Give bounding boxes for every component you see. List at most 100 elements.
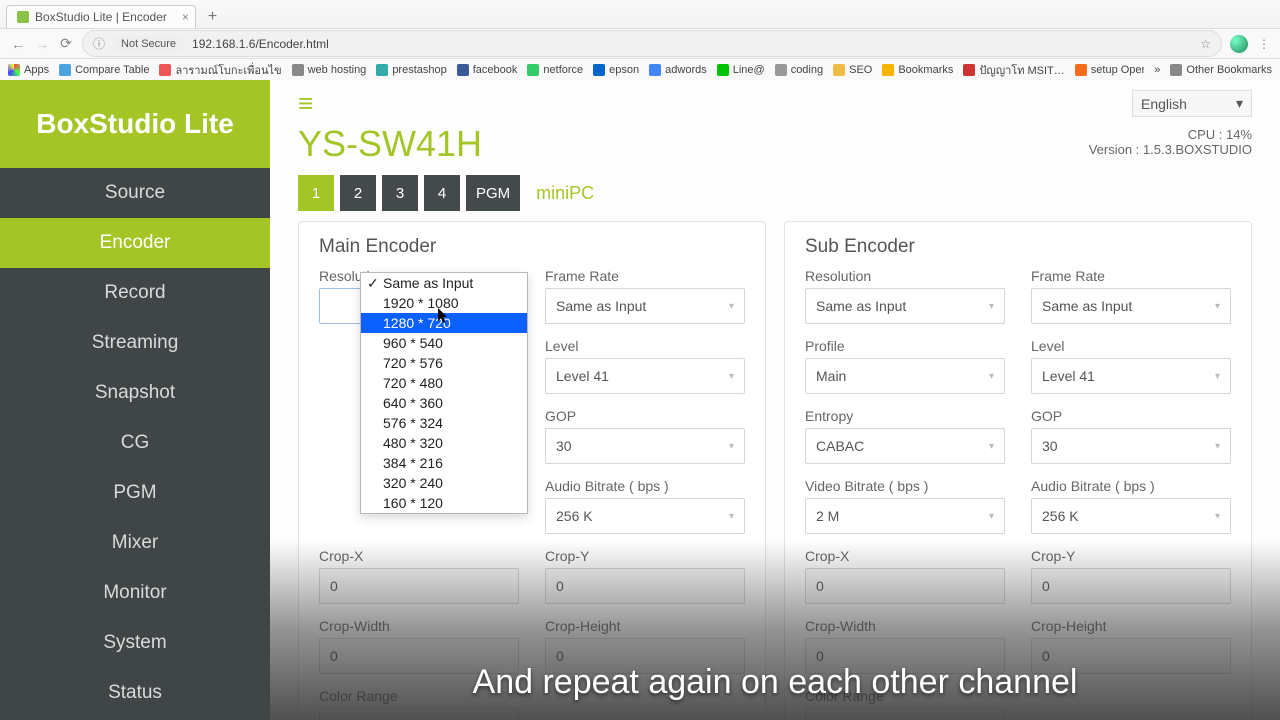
other-bookmarks[interactable]: Other Bookmarks — [1170, 64, 1272, 76]
address-bar[interactable]: ⓘ Not Secure 192.168.1.6/Encoder.html ☆ — [82, 30, 1222, 57]
sidebar-item-mixer[interactable]: Mixer — [0, 518, 270, 568]
resolution-option[interactable]: 384 * 216 — [361, 453, 527, 473]
bookmark-label: epson — [609, 64, 639, 76]
resolution-option[interactable]: 160 * 120 — [361, 493, 527, 513]
bookmark-label: SEO — [849, 64, 872, 76]
main-content: ≡ English ▾ YS-SW41H CPU : 14% Version :… — [270, 80, 1280, 720]
bookmark-favicon — [649, 64, 661, 76]
language-select[interactable]: English ▾ — [1132, 90, 1252, 117]
bookmark-favicon — [292, 64, 304, 76]
sidebar-item-monitor[interactable]: Monitor — [0, 568, 270, 618]
sidebar-item-snapshot[interactable]: Snapshot — [0, 368, 270, 418]
channel-button-pgm[interactable]: PGM — [466, 175, 520, 211]
bookmark-item[interactable]: Line@ — [717, 61, 765, 79]
gop-select[interactable]: 30▾ — [545, 428, 745, 464]
channel-button-2[interactable]: 2 — [340, 175, 376, 211]
sub-crop-y-label: Crop-Y — [1031, 548, 1231, 564]
forward-icon[interactable]: → — [34, 36, 50, 52]
bookmark-favicon — [376, 64, 388, 76]
sidebar-item-source[interactable]: Source — [0, 168, 270, 218]
bookmark-item[interactable]: coding — [775, 61, 823, 79]
not-secure-badge[interactable]: Not Secure — [113, 36, 184, 52]
bookmark-item[interactable]: ปัญญาโท MSIT… — [963, 61, 1064, 79]
browser-tab[interactable]: BoxStudio Lite | Encoder × — [6, 5, 196, 28]
bookmark-item[interactable]: netforce — [527, 61, 583, 79]
bookmark-item[interactable]: prestashop — [376, 61, 446, 79]
apps-button[interactable]: Apps — [8, 64, 49, 76]
crop-x-input[interactable]: 0 — [319, 568, 519, 604]
sub-crop-y-input[interactable]: 0 — [1031, 568, 1231, 604]
back-icon[interactable]: ← — [10, 36, 26, 52]
new-tab-button[interactable]: + — [202, 6, 223, 28]
bookmark-label: prestashop — [392, 64, 446, 76]
sub-color-range-select[interactable]: Full Color▾ — [805, 708, 1005, 720]
chevron-down-icon: ▾ — [989, 371, 994, 382]
bookmark-item[interactable]: ลารามณ์โบกะเพื่อนไข — [159, 61, 281, 79]
reload-icon[interactable]: ⟳ — [58, 36, 74, 52]
sidebar-item-status[interactable]: Status — [0, 668, 270, 718]
bookmark-item[interactable]: Bookmarks — [882, 61, 953, 79]
bookmark-label: ลารามณ์โบกะเพื่อนไข — [175, 61, 281, 79]
menu-icon[interactable]: ⋮ — [1258, 37, 1270, 51]
bookmark-item[interactable]: facebook — [457, 61, 518, 79]
sub-entropy-select[interactable]: CABAC▾ — [805, 428, 1005, 464]
sub-level-select[interactable]: Level 41▾ — [1031, 358, 1231, 394]
hamburger-icon[interactable]: ≡ — [298, 88, 313, 119]
bookmark-item[interactable]: adwords — [649, 61, 707, 79]
sub-crop-x-input[interactable]: 0 — [805, 568, 1005, 604]
sidebar-item-streaming[interactable]: Streaming — [0, 318, 270, 368]
sub-crop-width-label: Crop-Width — [805, 618, 1005, 634]
crop-y-input[interactable]: 0 — [545, 568, 745, 604]
sub-resolution-select[interactable]: Same as Input▾ — [805, 288, 1005, 324]
sidebar-item-cg[interactable]: CG — [0, 418, 270, 468]
level-select[interactable]: Level 41▾ — [545, 358, 745, 394]
sub-audio-bitrate-select[interactable]: 256 K▾ — [1031, 498, 1231, 534]
bookmark-label: Line@ — [733, 64, 765, 76]
chevron-down-icon: ▾ — [729, 371, 734, 382]
resolution-option[interactable]: 320 * 240 — [361, 473, 527, 493]
bookmark-item[interactable]: setup OpenVPN of… — [1075, 61, 1145, 79]
frame-rate-label: Frame Rate — [545, 268, 745, 284]
resolution-option[interactable]: 720 * 480 — [361, 373, 527, 393]
star-icon[interactable]: ☆ — [1200, 37, 1211, 51]
bookmark-favicon — [833, 64, 845, 76]
bookmark-favicon — [527, 64, 539, 76]
sub-level-label: Level — [1031, 338, 1231, 354]
version-text: Version : 1.5.3.BOXSTUDIO — [1089, 142, 1252, 157]
channel-button-3[interactable]: 3 — [382, 175, 418, 211]
resolution-option[interactable]: Same as Input — [361, 273, 527, 293]
device-title: YS-SW41H — [298, 123, 482, 165]
sub-video-bitrate-select[interactable]: 2 M▾ — [805, 498, 1005, 534]
brand-logo: BoxStudio Lite — [0, 80, 270, 168]
audio-bitrate-label: Audio Bitrate ( bps ) — [545, 478, 745, 494]
tab-close-icon[interactable]: × — [182, 10, 189, 24]
resolution-option[interactable]: 960 * 540 — [361, 333, 527, 353]
channel-button-1[interactable]: 1 — [298, 175, 334, 211]
profile-avatar[interactable] — [1230, 35, 1248, 53]
bookmark-favicon — [717, 64, 729, 76]
sidebar-item-encoder[interactable]: Encoder — [0, 218, 270, 268]
bookmarks-overflow[interactable]: » — [1154, 64, 1160, 76]
sidebar-item-record[interactable]: Record — [0, 268, 270, 318]
sub-frame-rate-select[interactable]: Same as Input▾ — [1031, 288, 1231, 324]
bookmark-label: setup OpenVPN of… — [1091, 64, 1145, 76]
audio-bitrate-select[interactable]: 256 K▾ — [545, 498, 745, 534]
bookmark-label: netforce — [543, 64, 583, 76]
resolution-option[interactable]: 720 * 576 — [361, 353, 527, 373]
sidebar-item-system[interactable]: System — [0, 618, 270, 668]
color-range-select[interactable]: Full Color▾ — [319, 708, 519, 720]
sub-gop-select[interactable]: 30▾ — [1031, 428, 1231, 464]
resolution-option[interactable]: 480 * 320 — [361, 433, 527, 453]
sidebar-item-pgm[interactable]: PGM — [0, 468, 270, 518]
bookmark-item[interactable]: SEO — [833, 61, 872, 79]
resolution-option[interactable]: 576 * 324 — [361, 413, 527, 433]
bookmark-item[interactable]: Compare Table — [59, 61, 149, 79]
sub-frame-rate-label: Frame Rate — [1031, 268, 1231, 284]
channel-button-4[interactable]: 4 — [424, 175, 460, 211]
info-icon[interactable]: ⓘ — [93, 35, 105, 52]
resolution-option[interactable]: 640 * 360 — [361, 393, 527, 413]
sub-profile-select[interactable]: Main▾ — [805, 358, 1005, 394]
frame-rate-select[interactable]: Same as Input▾ — [545, 288, 745, 324]
bookmark-item[interactable]: web hosting — [292, 61, 367, 79]
bookmark-item[interactable]: epson — [593, 61, 639, 79]
